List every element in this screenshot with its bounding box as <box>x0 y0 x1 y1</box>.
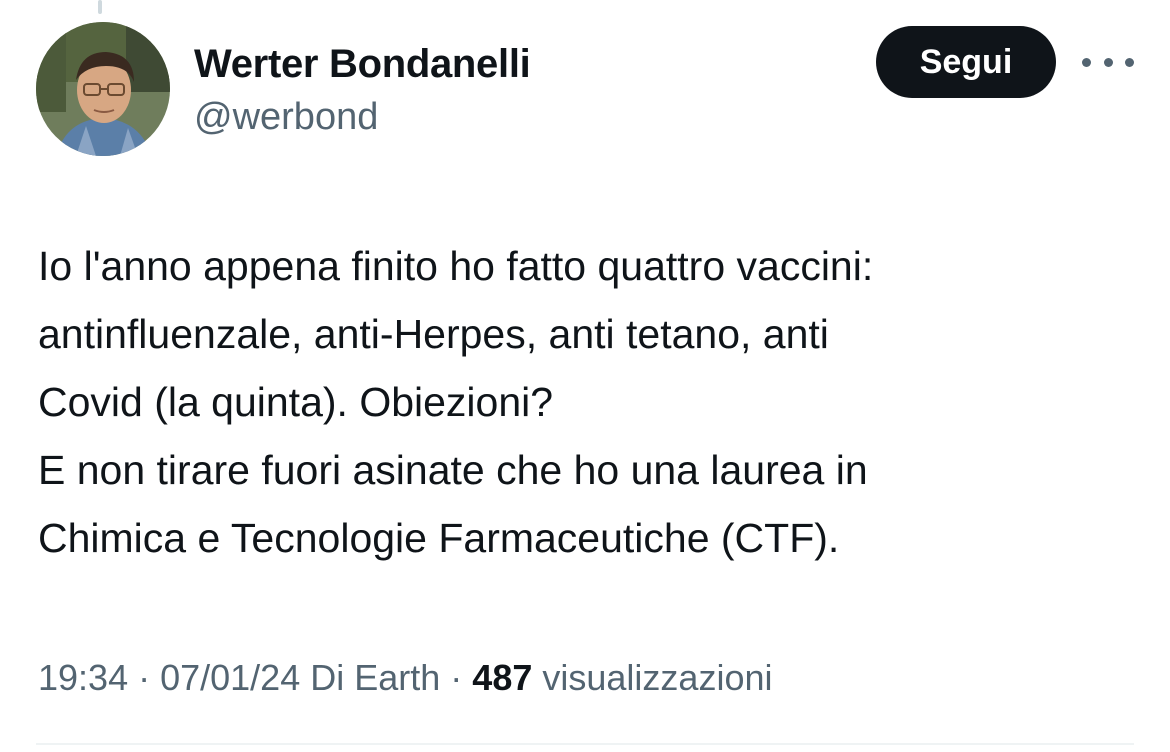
tweet-date[interactable]: 07/01/24 <box>160 657 300 698</box>
author-handle[interactable]: @werbond <box>194 94 378 140</box>
divider <box>36 743 1134 745</box>
more-horizontal-icon[interactable] <box>1082 50 1134 74</box>
avatar-photo <box>36 22 170 156</box>
author-name[interactable]: Werter Bondanelli <box>194 40 531 88</box>
tweet-text-line: antinfluenzale, anti-Herpes, anti tetano… <box>38 311 829 357</box>
tweet-text: Io l'anno appena finito ho fatto quattro… <box>38 232 1138 572</box>
meta-separator: · <box>128 657 161 698</box>
avatar[interactable] <box>36 22 170 156</box>
tweet-time[interactable]: 19:34 <box>38 657 128 698</box>
meta-separator: · <box>440 657 473 698</box>
tweet-text-line: Io l'anno appena finito ho fatto quattro… <box>38 243 874 289</box>
tweet-text-line: E non tirare fuori asinate che ho una la… <box>38 447 868 493</box>
views-label[interactable]: visualizzazioni <box>542 657 772 698</box>
tweet-metadata: 19:34 · 07/01/24 Di Earth · 487 visualiz… <box>38 654 773 702</box>
more-dot <box>1082 57 1091 67</box>
tweet-text-line: Covid (la quinta). Obiezioni? <box>38 379 554 425</box>
tweet-text-line: Chimica e Tecnologie Farmaceutiche (CTF)… <box>38 515 840 561</box>
thread-connector-line <box>98 0 102 14</box>
tweet-source: Di Earth <box>310 657 441 698</box>
follow-button[interactable]: Segui <box>876 26 1056 98</box>
more-dot <box>1125 57 1134 67</box>
more-dot <box>1103 57 1113 67</box>
views-count[interactable]: 487 <box>472 657 532 698</box>
